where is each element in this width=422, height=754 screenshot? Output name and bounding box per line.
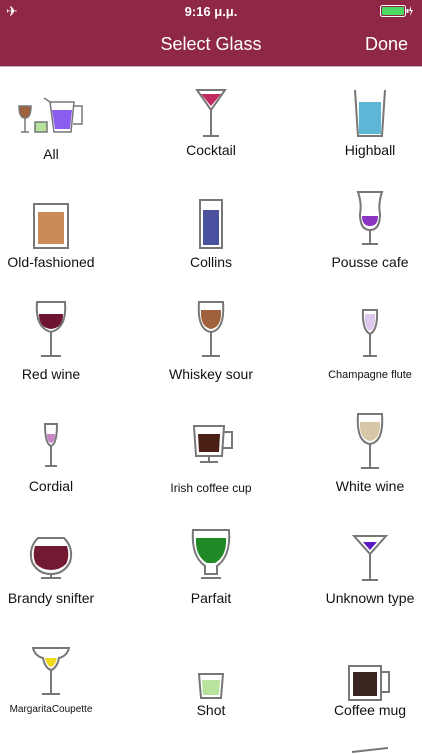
coffee-mug-icon — [348, 665, 390, 701]
glass-label: Cordial — [28, 478, 74, 494]
pousse-cafe-glass-icon — [356, 191, 384, 245]
glass-label: White wine — [335, 478, 405, 494]
glass-label: MargaritaCoupette — [9, 704, 93, 715]
glass-label: Cocktail — [186, 142, 236, 158]
collins-glass-icon — [199, 199, 223, 249]
battery-icon — [380, 5, 413, 17]
glass-label: Whiskey sour — [168, 366, 254, 382]
glass-label: Unknown type — [325, 590, 415, 606]
whiskey-sour-glass-icon — [197, 301, 225, 357]
glass-option-all[interactable]: All — [0, 66, 121, 178]
glass-option-margarita-coupette[interactable]: MargaritaCoupette — [0, 626, 121, 738]
glass-label: Parfait — [190, 590, 232, 606]
red-wine-glass-icon — [35, 301, 67, 357]
glass-option-red-wine[interactable]: Red wine — [0, 290, 121, 402]
glass-label: Shot — [196, 702, 226, 718]
champagne-flute-icon — [361, 309, 379, 357]
glass-option-cocktail[interactable]: Cocktail — [141, 66, 281, 178]
glass-option-irish-coffee-cup[interactable]: Irish coffee cup — [141, 402, 281, 514]
partial-glass-icon — [351, 747, 389, 753]
glass-label: Pousse cafe — [331, 254, 409, 270]
brandy-snifter-icon — [29, 537, 73, 579]
glass-label: All — [43, 146, 59, 162]
glass-option-highball[interactable]: Highball — [300, 66, 422, 178]
done-button[interactable]: Done — [365, 34, 408, 55]
glass-option-old-fashioned[interactable]: Old-fashioned — [0, 178, 121, 290]
white-wine-glass-icon — [356, 413, 384, 469]
glass-label: Champagne flute — [328, 369, 412, 381]
glass-option-brandy-snifter[interactable]: Brandy snifter — [0, 514, 121, 626]
glass-option-partial[interactable] — [300, 738, 422, 753]
glass-label: Highball — [344, 142, 396, 158]
parfait-glass-icon — [191, 529, 231, 579]
glass-option-white-wine[interactable]: White wine — [300, 402, 422, 514]
highball-glass-icon — [354, 89, 386, 137]
glass-label: Collins — [189, 254, 232, 270]
glass-option-collins[interactable]: Collins — [141, 178, 281, 290]
glass-label: Old-fashioned — [7, 254, 95, 270]
glass-option-whiskey-sour[interactable]: Whiskey sour — [141, 290, 281, 402]
irish-coffee-cup-icon — [192, 425, 233, 463]
cordial-glass-icon — [43, 423, 59, 467]
glass-label: Red wine — [21, 366, 81, 382]
status-bar: ✈ 9:16 μ.μ. — [0, 0, 422, 22]
glass-label: Irish coffee cup — [170, 481, 252, 495]
glass-option-shot[interactable]: Shot — [141, 626, 281, 738]
navigation-bar: Select Glass Done — [0, 22, 422, 66]
glass-option-parfait[interactable]: Parfait — [141, 514, 281, 626]
glass-option-cordial[interactable]: Cordial — [0, 402, 121, 514]
glass-option-champagne-flute[interactable]: Champagne flute — [300, 290, 422, 402]
old-fashioned-glass-icon — [33, 203, 69, 249]
glass-option-pousse-cafe[interactable]: Pousse cafe — [300, 178, 422, 290]
unknown-glass-icon — [351, 535, 389, 581]
glass-label: Brandy snifter — [7, 590, 95, 606]
status-time: 9:16 μ.μ. — [184, 4, 238, 19]
cocktail-glass-icon — [195, 89, 227, 137]
margarita-glass-icon — [31, 647, 71, 695]
glass-option-coffee-mug[interactable]: Coffee mug — [300, 626, 422, 738]
glass-option-unknown-type[interactable]: Unknown type — [300, 514, 422, 626]
all-glasses-icon — [18, 97, 83, 133]
page-title: Select Glass — [160, 34, 262, 54]
glass-label: Coffee mug — [333, 702, 407, 718]
